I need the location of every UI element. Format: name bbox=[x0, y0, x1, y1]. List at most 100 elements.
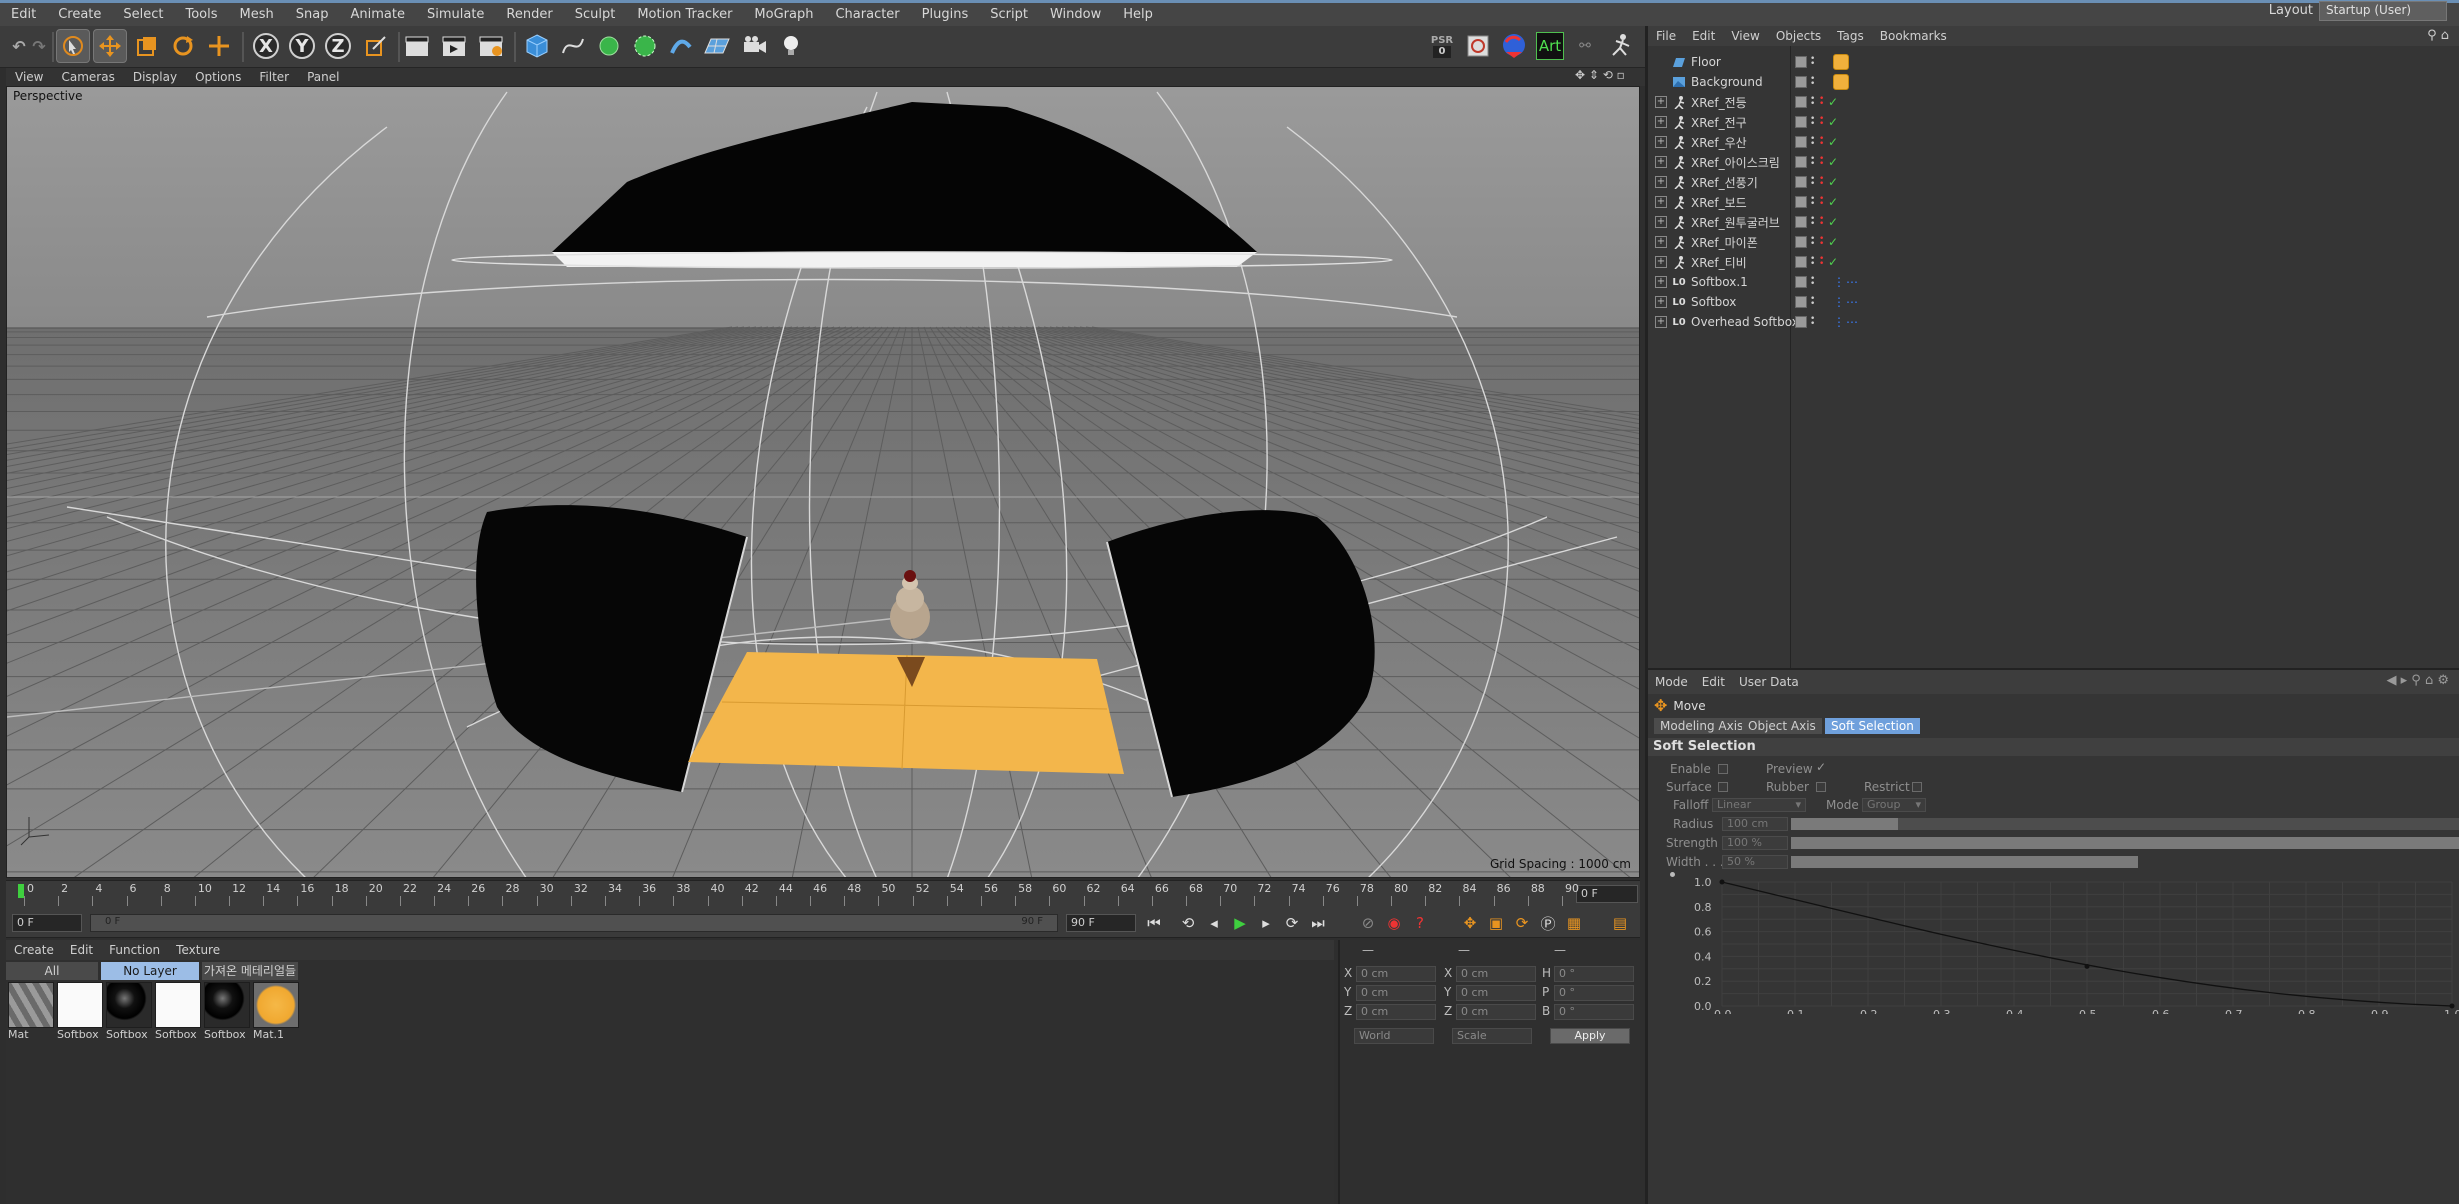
layer-box[interactable] bbox=[1795, 316, 1807, 328]
object-flags[interactable]: • • • • ✓ bbox=[1795, 135, 1838, 149]
visibility-dots-icon[interactable]: • • bbox=[1810, 315, 1816, 329]
y-axis-lock-button[interactable]: Y bbox=[285, 29, 319, 63]
layer-box[interactable] bbox=[1795, 236, 1807, 248]
object-row[interactable]: + L0 Softbox.1 • • ⋮⋯ bbox=[1648, 272, 2459, 292]
menu-plugins[interactable]: Plugins bbox=[911, 7, 980, 22]
strength-field[interactable]: 100 % bbox=[1722, 836, 1788, 850]
layer-box[interactable] bbox=[1795, 176, 1807, 188]
menu-snap[interactable]: Snap bbox=[285, 7, 340, 22]
object-flags[interactable]: • • bbox=[1795, 295, 1819, 309]
object-row[interactable]: + XRef_전등 • • • • ✓ bbox=[1648, 92, 2459, 112]
material-menu-create[interactable]: Create bbox=[6, 943, 62, 957]
menu-tools[interactable]: Tools bbox=[175, 7, 229, 22]
coordinate-system-button[interactable] bbox=[359, 29, 393, 63]
visibility-dots-red-icon[interactable]: • • bbox=[1819, 175, 1825, 189]
enabled-check-icon[interactable]: ✓ bbox=[1828, 195, 1838, 209]
layer-box[interactable] bbox=[1795, 136, 1807, 148]
coord-field[interactable]: 0 cm bbox=[1356, 985, 1436, 1001]
visibility-dots-red-icon[interactable]: • • bbox=[1819, 195, 1825, 209]
record-keys-icon[interactable]: ⊘ bbox=[1356, 911, 1380, 935]
redo-icon[interactable]: ↷ bbox=[22, 29, 56, 63]
layer-box[interactable] bbox=[1795, 296, 1807, 308]
coord-field[interactable]: 0 cm bbox=[1356, 966, 1436, 982]
layer-tab-2[interactable]: 가져온 메테리얼들 bbox=[202, 962, 298, 980]
material-swatch[interactable] bbox=[253, 982, 299, 1028]
layer-tab-1[interactable]: No Layer bbox=[101, 962, 199, 980]
layer-tab-0[interactable]: All bbox=[6, 962, 98, 980]
object-flags[interactable]: • • bbox=[1795, 75, 1819, 89]
visibility-dots-red-icon[interactable]: • • bbox=[1819, 235, 1825, 249]
material-swatch[interactable] bbox=[155, 982, 201, 1028]
object-row[interactable]: + L0 Overhead Softbox • • ⋮⋯ bbox=[1648, 312, 2459, 332]
start-frame-field[interactable]: 0 F bbox=[12, 914, 82, 932]
object-flags[interactable]: • • • • ✓ bbox=[1795, 195, 1838, 209]
object-row[interactable]: + XRef_티비 • • • • ✓ bbox=[1648, 252, 2459, 272]
menu-sculpt[interactable]: Sculpt bbox=[564, 7, 627, 22]
menu-edit[interactable]: Edit bbox=[0, 7, 47, 22]
play-icon[interactable]: ▶ bbox=[1228, 911, 1252, 935]
menu-script[interactable]: Script bbox=[979, 7, 1039, 22]
object-menu-objects[interactable]: Objects bbox=[1768, 29, 1829, 43]
object-row[interactable]: + XRef_전구 • • • • ✓ bbox=[1648, 112, 2459, 132]
live-selection-button[interactable] bbox=[56, 29, 90, 63]
render-view-button[interactable] bbox=[400, 29, 434, 63]
layer-box[interactable] bbox=[1795, 96, 1807, 108]
falloff-dropdown[interactable]: Linear ▾ bbox=[1712, 798, 1806, 812]
viewport-menu-filter[interactable]: Filter bbox=[250, 70, 298, 84]
expand-toggle[interactable]: + bbox=[1655, 136, 1667, 148]
material-menu-texture[interactable]: Texture bbox=[168, 943, 228, 957]
menu-help[interactable]: Help bbox=[1112, 7, 1164, 22]
visibility-dots-icon[interactable]: • • bbox=[1810, 255, 1816, 269]
visibility-dots-red-icon[interactable]: • • bbox=[1819, 135, 1825, 149]
coord-field[interactable]: 0 ° bbox=[1554, 985, 1634, 1001]
preview-checkbox[interactable]: ✓ bbox=[1816, 760, 1826, 774]
restrict-checkbox[interactable] bbox=[1912, 782, 1922, 792]
menu-mesh[interactable]: Mesh bbox=[229, 7, 285, 22]
attribute-menu-mode[interactable]: Mode bbox=[1648, 675, 1695, 689]
visibility-dots-icon[interactable]: • • bbox=[1810, 215, 1816, 229]
object-flags[interactable]: • • bbox=[1795, 315, 1819, 329]
expand-toggle[interactable]: + bbox=[1655, 96, 1667, 108]
coord-apply-button[interactable]: Apply bbox=[1550, 1028, 1630, 1044]
object-flags[interactable]: • • • • ✓ bbox=[1795, 255, 1838, 269]
move-tool-button[interactable] bbox=[93, 29, 127, 63]
visibility-dots-icon[interactable]: • • bbox=[1810, 195, 1816, 209]
rubber-checkbox[interactable] bbox=[1816, 782, 1826, 792]
material-item[interactable]: Softbox bbox=[57, 982, 103, 1042]
character-plugin-button[interactable]: ⚯ bbox=[1568, 29, 1602, 63]
visibility-dots-icon[interactable]: • • bbox=[1810, 115, 1816, 129]
enabled-check-icon[interactable]: ✓ bbox=[1828, 135, 1838, 149]
expand-toggle[interactable]: + bbox=[1655, 256, 1667, 268]
3d-viewport[interactable]: Perspective Grid Spacing : 1000 cm bbox=[6, 86, 1640, 878]
go-to-start-icon[interactable]: ⏮ bbox=[1142, 911, 1166, 935]
material-item[interactable]: Softbox bbox=[155, 982, 201, 1042]
camera-object-button[interactable] bbox=[738, 29, 772, 63]
current-frame-field[interactable]: 0 F bbox=[1576, 885, 1638, 903]
enabled-check-icon[interactable]: ✓ bbox=[1828, 115, 1838, 129]
material-swatch[interactable] bbox=[204, 982, 250, 1028]
material-item[interactable]: Softbox bbox=[204, 982, 250, 1042]
key-rotation-icon[interactable]: ⟳ bbox=[1510, 911, 1534, 935]
enabled-check-icon[interactable]: ✓ bbox=[1828, 175, 1838, 189]
object-row[interactable]: + L0 Softbox • • ⋮⋯ bbox=[1648, 292, 2459, 312]
texture-tag-icon[interactable] bbox=[1833, 74, 1849, 90]
object-flags[interactable]: • • • • ✓ bbox=[1795, 115, 1838, 129]
object-row[interactable]: Floor • • bbox=[1648, 52, 2459, 72]
layer-box[interactable] bbox=[1795, 256, 1807, 268]
timeline-window-icon[interactable]: ▤ bbox=[1608, 911, 1632, 935]
menu-render[interactable]: Render bbox=[495, 7, 563, 22]
attribute-nav-icons[interactable]: ◀ ▸ ⚲ ⌂ ⚙ bbox=[2387, 673, 2449, 688]
viewport-menu-options[interactable]: Options bbox=[186, 70, 250, 84]
object-flags[interactable]: • • • • ✓ bbox=[1795, 235, 1838, 249]
previous-frame-icon[interactable]: ◂ bbox=[1202, 911, 1226, 935]
pose-plugin-button[interactable] bbox=[1604, 29, 1638, 63]
attribute-tab-soft-selection[interactable]: Soft Selection bbox=[1825, 718, 1920, 734]
object-row[interactable]: + XRef_보드 • • • • ✓ bbox=[1648, 192, 2459, 212]
z-axis-lock-button[interactable]: Z bbox=[321, 29, 355, 63]
object-flags[interactable]: • • bbox=[1795, 55, 1819, 69]
menu-mograph[interactable]: MoGraph bbox=[743, 7, 824, 22]
object-flags[interactable]: • • • • ✓ bbox=[1795, 175, 1838, 189]
object-search-icons[interactable]: ⚲ ⌂ bbox=[2427, 28, 2449, 43]
visibility-dots-icon[interactable]: • • bbox=[1810, 75, 1816, 89]
end-frame-field[interactable]: 90 F bbox=[1066, 914, 1136, 932]
